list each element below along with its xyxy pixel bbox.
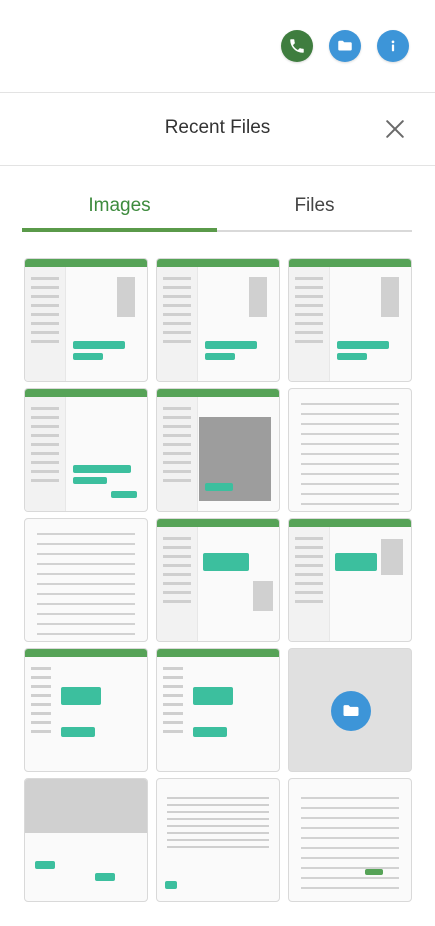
thumbnail-message — [193, 727, 227, 737]
thumbnail-lines — [295, 537, 323, 609]
image-thumbnail-12[interactable] — [288, 648, 412, 772]
thumbnail-header-bar — [157, 519, 279, 527]
header-divider — [0, 165, 435, 166]
thumbnail-lines — [295, 277, 323, 349]
folder-icon — [331, 691, 371, 731]
thumbnail-lines — [163, 277, 191, 349]
thumbnail-message — [193, 687, 233, 705]
thumbnail-contact-details — [301, 403, 399, 511]
thumbnail-message — [111, 491, 137, 498]
top-action-bar — [281, 30, 409, 62]
thumbnail-message — [73, 353, 103, 360]
thumbnail-header-bar — [25, 389, 147, 397]
image-thumbnail-15[interactable] — [288, 778, 412, 902]
thumbnail-message — [61, 727, 95, 737]
image-thumbnail-7[interactable] — [24, 518, 148, 642]
thumbnail-lines — [31, 407, 59, 488]
thumbnail-lines — [163, 537, 191, 609]
thumbnail-message — [205, 341, 257, 349]
folder-icon — [336, 37, 354, 55]
image-thumbnail-3[interactable] — [288, 258, 412, 382]
thumbnail-message — [205, 483, 233, 491]
thumbnail-lines — [163, 407, 191, 488]
image-thumbnail-10[interactable] — [24, 648, 148, 772]
image-thumbnail-14[interactable] — [156, 778, 280, 902]
thumbnail-list — [301, 797, 399, 897]
thumbnail-message — [205, 353, 235, 360]
thumbnail-status — [365, 869, 383, 875]
image-thumbnail-8[interactable] — [156, 518, 280, 642]
thumbnail-header-bar — [25, 649, 147, 657]
thumbnail-message — [35, 861, 55, 869]
image-thumbnail-6[interactable] — [288, 388, 412, 512]
info-icon — [384, 37, 402, 55]
info-button[interactable] — [377, 30, 409, 62]
thumbnail-contact-details — [37, 533, 135, 641]
thumbnail-message — [335, 553, 377, 571]
tab-files[interactable]: Files — [217, 192, 412, 230]
thumbnail-header-bar — [289, 519, 411, 527]
page-title: Recent Files — [164, 117, 271, 138]
thumbnail-message — [337, 353, 367, 360]
thumbnail-message — [73, 341, 125, 349]
thumbnail-lines — [31, 277, 59, 349]
image-thumbnail-11[interactable] — [156, 648, 280, 772]
thumbnail-card — [249, 277, 267, 317]
call-button[interactable] — [281, 30, 313, 62]
thumbnail-card — [117, 277, 135, 317]
thumbnail-popup — [381, 539, 403, 575]
folder-button[interactable] — [329, 30, 361, 62]
thumbnail-document — [157, 779, 279, 848]
thumbnail-message — [61, 687, 101, 705]
recent-images-grid — [24, 258, 412, 902]
thumbnail-lines — [163, 667, 183, 739]
thumbnail-header-bar — [157, 389, 279, 397]
image-thumbnail-5[interactable] — [156, 388, 280, 512]
thumbnail-popup — [253, 581, 273, 611]
image-thumbnail-4[interactable] — [24, 388, 148, 512]
image-thumbnail-9[interactable] — [288, 518, 412, 642]
tab-images[interactable]: Images — [22, 192, 217, 232]
close-button[interactable] — [383, 117, 407, 141]
image-thumbnail-2[interactable] — [156, 258, 280, 382]
thumbnail-message — [337, 341, 389, 349]
thumbnail-message — [95, 873, 115, 881]
thumbnail-message — [165, 881, 177, 889]
thumbnail-message — [73, 465, 131, 473]
file-tabs: Images Files — [22, 192, 412, 232]
image-thumbnail-1[interactable] — [24, 258, 148, 382]
thumbnail-lines — [31, 667, 51, 739]
thumbnail-placeholder — [25, 779, 147, 833]
phone-icon — [288, 37, 306, 55]
thumbnail-card — [381, 277, 399, 317]
thumbnail-header-bar — [157, 649, 279, 657]
thumbnail-message — [203, 553, 249, 571]
image-thumbnail-13[interactable] — [24, 778, 148, 902]
thumbnail-message — [73, 477, 107, 484]
thumbnail-header-bar — [157, 259, 279, 267]
thumbnail-header-bar — [25, 259, 147, 267]
panel-header: Recent Files — [0, 93, 435, 165]
thumbnail-header-bar — [289, 259, 411, 267]
